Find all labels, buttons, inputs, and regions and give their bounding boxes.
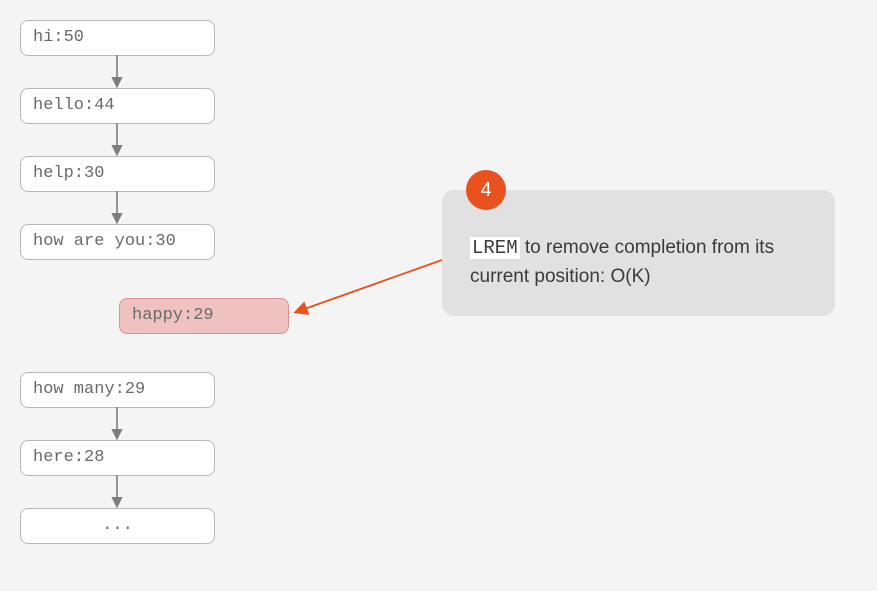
list-node-hi: hi:50 xyxy=(20,20,215,56)
node-label: how many:29 xyxy=(33,380,145,399)
callout-code: LREM xyxy=(470,237,520,259)
list-node-how-are-you: how are you:30 xyxy=(20,224,215,260)
step-badge: 4 xyxy=(466,170,506,210)
node-label: help:30 xyxy=(33,164,104,183)
callout-text: LREM to remove completion from its curre… xyxy=(470,234,807,290)
node-label: here:28 xyxy=(33,448,104,467)
list-node-how-many: how many:29 xyxy=(20,372,215,408)
list-node-happy-highlight: happy:29 xyxy=(119,298,289,334)
list-node-hello: hello:44 xyxy=(20,88,215,124)
node-label: ... xyxy=(102,516,133,535)
node-label: hi:50 xyxy=(33,28,84,47)
list-node-help: help:30 xyxy=(20,156,215,192)
list-node-ellipsis: ... xyxy=(20,508,215,544)
step-number: 4 xyxy=(480,176,491,205)
callout-arrow xyxy=(296,260,442,312)
node-label: how are you:30 xyxy=(33,232,176,251)
callout-box: 4 LREM to remove completion from its cur… xyxy=(442,190,835,316)
node-label: hello:44 xyxy=(33,96,115,115)
node-label: happy:29 xyxy=(132,306,214,325)
list-node-here: here:28 xyxy=(20,440,215,476)
